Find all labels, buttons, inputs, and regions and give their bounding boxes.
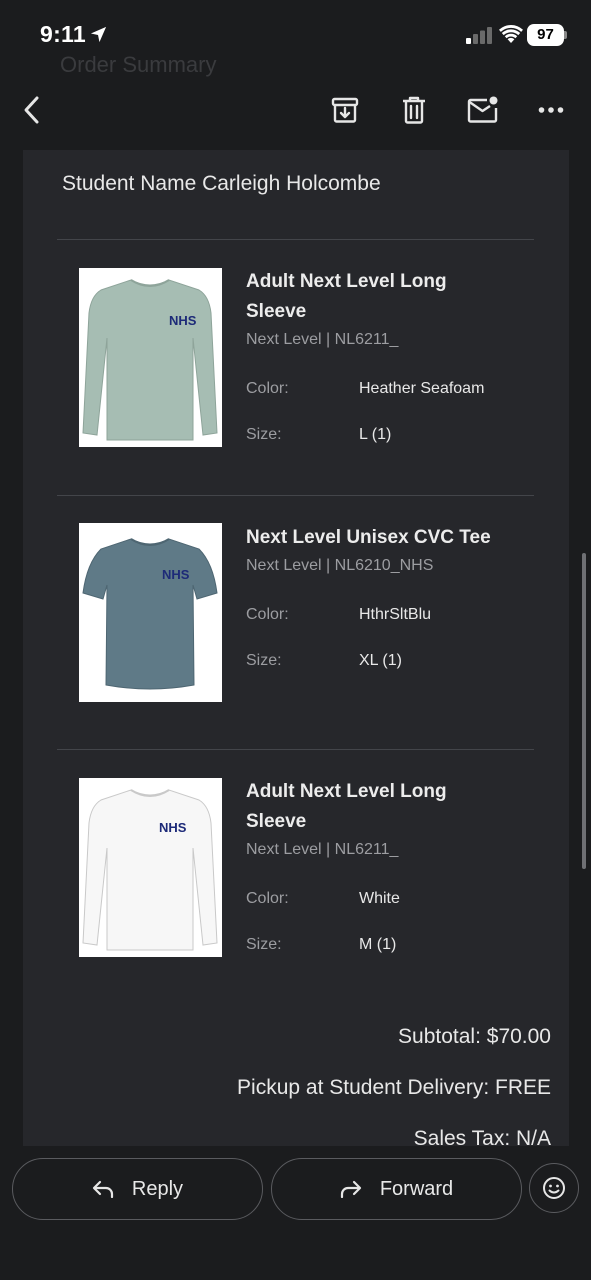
divider [57, 495, 534, 496]
product-item: NHS Adult Next Level Long Sleeve Next Le… [23, 150, 569, 957]
battery-cap [564, 31, 567, 39]
back-button[interactable] [10, 88, 54, 132]
shirt-body [82, 789, 218, 951]
product-name: Next Level Unisex CVC Tee [246, 527, 491, 548]
archive-icon [331, 97, 359, 123]
wifi-icon [499, 25, 523, 43]
color-label: Color: [246, 380, 289, 397]
delete-button[interactable] [392, 88, 436, 132]
reply-label: Reply [131, 1177, 184, 1200]
color-label: Color: [246, 890, 289, 907]
size-label: Size: [246, 652, 282, 669]
emoji-icon [543, 1177, 565, 1199]
color-value: White [359, 890, 400, 907]
reply-button[interactable]: Reply [12, 1158, 263, 1220]
back-chevron-icon [24, 96, 39, 124]
shirt-print: NHS [159, 820, 187, 835]
more-options-button[interactable] [529, 88, 573, 132]
product-image: NHS [79, 523, 222, 702]
bottom-action-bar: Reply Forward [0, 1146, 591, 1280]
location-arrow-icon [90, 26, 107, 43]
product-sku: Next Level | NL6211_ [246, 841, 399, 858]
battery-level: 97 [527, 24, 564, 46]
email-toolbar [0, 76, 591, 146]
size-label: Size: [246, 426, 282, 443]
color-value: HthrSltBlu [359, 606, 432, 623]
status-time: 9:11 [40, 21, 86, 47]
shirt-body [82, 538, 218, 690]
size-value: L (1) [359, 426, 392, 443]
battery-indicator: 97 [527, 24, 567, 46]
ghost-subject: Order Summary [60, 52, 217, 77]
more-icon [538, 107, 564, 113]
product-name: Adult Next Level Long Sleeve [246, 781, 447, 832]
mark-unread-icon [467, 96, 498, 123]
shirt-print: NHS [162, 567, 190, 582]
emoji-reaction-button[interactable] [529, 1163, 579, 1213]
long-sleeve-shirt-image: NHS [82, 789, 218, 951]
subtotal: Subtotal: $70.00 [398, 1025, 551, 1048]
reply-icon [92, 1180, 114, 1198]
shipping-line: Pickup at Student Delivery: FREE [237, 1076, 551, 1099]
forward-button[interactable]: Forward [271, 1158, 522, 1220]
product-image: NHS [79, 778, 222, 957]
color-value: Heather Seafoam [359, 380, 485, 397]
size-value: XL (1) [359, 652, 402, 669]
forward-label: Forward [379, 1177, 454, 1200]
divider [57, 749, 534, 750]
scrollbar[interactable] [582, 553, 586, 869]
size-label: Size: [246, 936, 282, 953]
trash-icon [403, 96, 425, 124]
email-screen: 9:11 97 Order Summary Student Name Carle… [0, 0, 591, 1280]
size-value: M (1) [359, 936, 397, 953]
mark-unread-button[interactable] [461, 88, 505, 132]
tee-shirt-image: NHS [82, 538, 218, 690]
forward-icon [340, 1180, 361, 1198]
archive-button[interactable] [323, 88, 367, 132]
cellular-signal-icon [466, 27, 492, 44]
email-body: Student Name Carleigh Holcombe NHS Adult… [23, 150, 569, 1150]
product-sku: Next Level | NL6210_NHS [246, 557, 434, 574]
color-label: Color: [246, 606, 289, 623]
